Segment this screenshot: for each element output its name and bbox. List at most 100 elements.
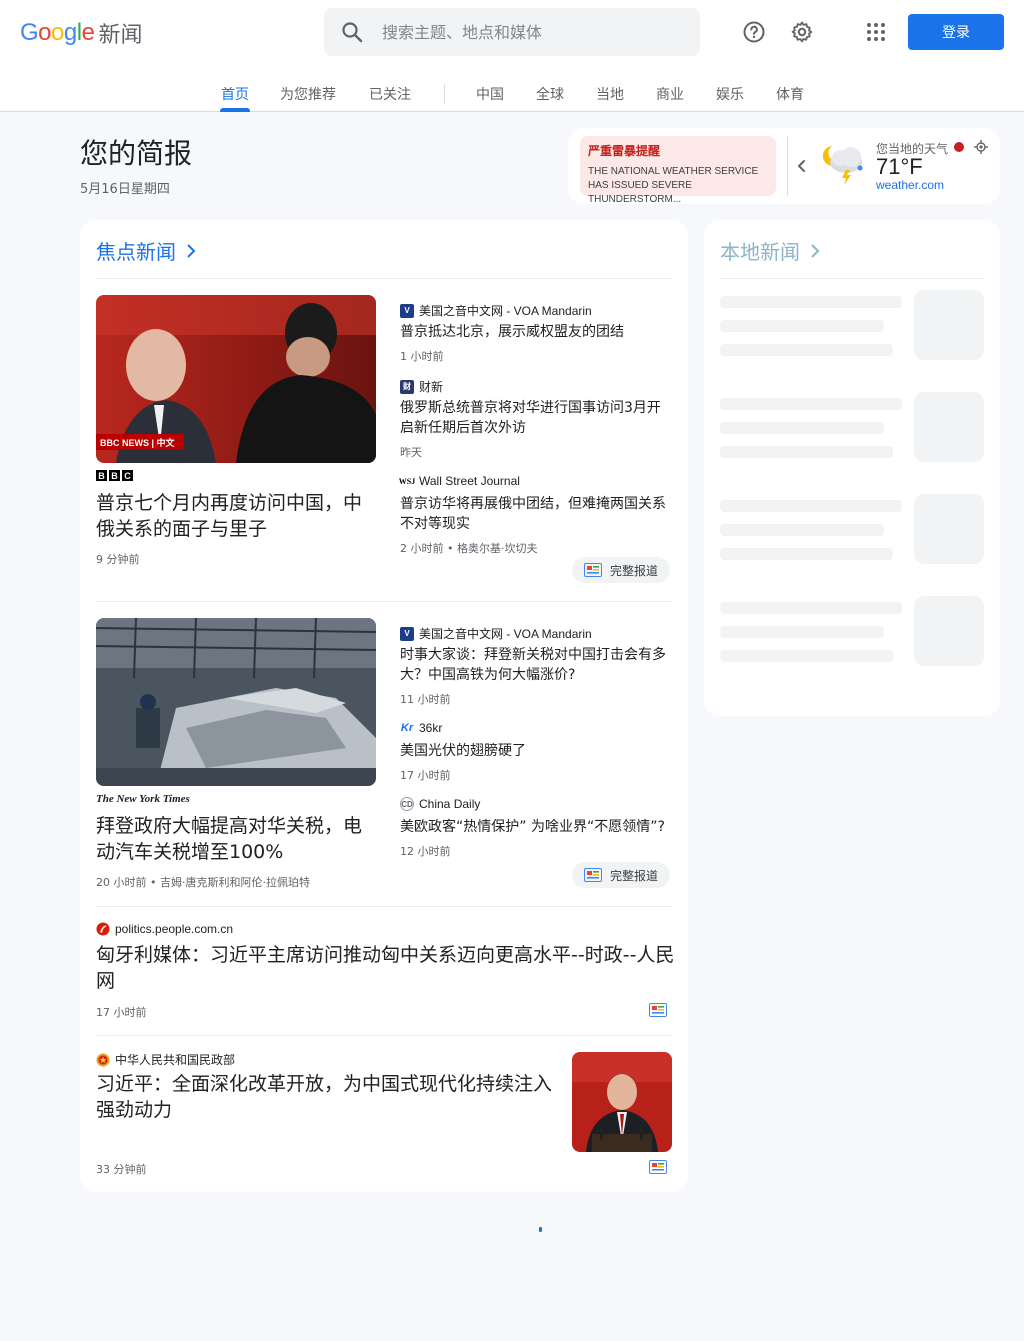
related-title[interactable]: 美欧政客“热情保护” 为啥业界“不愿领情”? xyxy=(400,817,670,837)
full-coverage-button[interactable]: 完整报道 xyxy=(572,557,671,583)
divider xyxy=(96,601,672,602)
sign-in-button[interactable]: 登录 xyxy=(908,14,1004,50)
tab-local[interactable]: 当地 xyxy=(596,84,624,104)
full-coverage-icon[interactable] xyxy=(649,1003,667,1017)
settings-gear-icon[interactable] xyxy=(788,18,816,46)
publisher-nyt[interactable]: The New York Times xyxy=(96,793,190,805)
related-time: 12 小时前 xyxy=(400,845,451,858)
voa-logo-icon: V xyxy=(400,626,414,641)
chevron-right-icon xyxy=(187,243,196,258)
local-news-card: 本地新闻 xyxy=(704,220,1000,716)
full-coverage-icon[interactable] xyxy=(649,1160,667,1174)
skeleton-thumbnail xyxy=(914,392,984,462)
publisher-36kr[interactable]: Kr 36kr xyxy=(400,721,442,735)
story-title[interactable]: 匈牙利媒体：习近平主席访问推动匈中关系迈向更高水平--时政--人民网 xyxy=(96,942,676,994)
publisher-name: 36kr xyxy=(419,721,443,735)
chevron-left-icon[interactable] xyxy=(794,156,810,176)
skeleton-line xyxy=(720,626,884,638)
weather-source-link[interactable]: weather.com xyxy=(876,178,944,192)
skeleton-line xyxy=(720,548,893,560)
tab-for-you[interactable]: 为您推荐 xyxy=(280,84,336,104)
caixin-logo-icon: 财 xyxy=(400,379,414,394)
related-time: 17 小时前 xyxy=(400,769,451,782)
top-app-bar: Google 新闻 登录 首页 为您推荐 已关注 中国 全球 当地 商业 娱乐 … xyxy=(0,0,1024,112)
location-target-icon[interactable] xyxy=(974,140,988,154)
skeleton-line xyxy=(720,446,893,458)
related-title[interactable]: 普京访华将再展俄中团结，但难掩两国关系不对等现实 xyxy=(400,494,668,534)
skeleton-line xyxy=(720,524,884,536)
active-tab-indicator xyxy=(220,108,250,112)
publisher-wsj[interactable]: WSJ Wall Street Journal xyxy=(399,474,520,488)
related-time: 11 小时前 xyxy=(400,693,451,706)
story-image[interactable] xyxy=(572,1052,672,1152)
36kr-logo-icon: Kr xyxy=(400,721,414,735)
full-coverage-icon xyxy=(584,868,602,882)
image-watermark: BBC NEWS | 中文 xyxy=(100,437,176,448)
top-stories-heading-label: 焦点新闻 xyxy=(96,240,176,264)
story-time: 17 小时前 xyxy=(96,1006,147,1019)
search-input[interactable] xyxy=(382,22,682,42)
skeleton-line xyxy=(720,422,884,434)
china-daily-logo-icon: CD xyxy=(400,797,414,811)
publisher-name: 美国之音中文网 - VOA Mandarin xyxy=(419,304,592,318)
loading-spinner xyxy=(539,1227,542,1232)
nyt-logo-icon: The New York Times xyxy=(96,793,190,805)
search-icon[interactable] xyxy=(340,20,364,44)
story-title[interactable]: 拜登政府大幅提高对华关税，电动汽车关税增至100% xyxy=(96,813,378,865)
google-wordmark: Google xyxy=(20,19,95,46)
skeleton-line xyxy=(720,320,884,332)
alert-title: 严重雷暴提醒 xyxy=(588,144,661,158)
publisher-name: 中华人民共和国民政部 xyxy=(115,1053,236,1067)
story-meta: 20 小时前 • 吉姆·唐克斯利和阿伦·拉佩珀特 xyxy=(96,876,310,889)
publisher-name: politics.people.com.cn xyxy=(115,922,234,936)
related-title[interactable]: 普京抵达北京，展示威权盟友的团结 xyxy=(400,322,668,342)
tab-sports[interactable]: 体育 xyxy=(776,84,804,104)
local-news-heading[interactable]: 本地新闻 xyxy=(720,236,820,265)
skeleton-line xyxy=(720,296,902,308)
related-title[interactable]: 美国光伏的翅膀硬了 xyxy=(400,741,668,761)
story-image[interactable]: BBC NEWS | 中文 xyxy=(96,295,376,463)
publisher-voa[interactable]: V 美国之音中文网 - VOA Mandarin xyxy=(400,302,592,319)
story-title[interactable]: 习近平：全面深化改革开放，为中国式现代化持续注入强劲动力 xyxy=(96,1071,560,1123)
help-icon[interactable] xyxy=(740,18,768,46)
publisher-voa[interactable]: V 美国之音中文网 - VOA Mandarin xyxy=(400,625,592,642)
tab-china[interactable]: 中国 xyxy=(476,84,504,104)
full-coverage-button[interactable]: 完整报道 xyxy=(572,862,671,888)
skeleton-line xyxy=(720,398,902,410)
tab-world[interactable]: 全球 xyxy=(536,84,564,104)
publisher-mca[interactable]: 中华人民共和国民政部 xyxy=(96,1051,235,1068)
weather-divider xyxy=(787,136,788,196)
publisher-china-daily[interactable]: CD China Daily xyxy=(400,797,480,811)
tab-business[interactable]: 商业 xyxy=(656,84,684,104)
skeleton-line xyxy=(720,344,893,356)
full-coverage-label: 完整报道 xyxy=(610,563,659,578)
top-stories-heading[interactable]: 焦点新闻 xyxy=(96,236,196,265)
alert-dot-icon xyxy=(954,142,964,152)
story-image[interactable] xyxy=(96,618,376,786)
weather-widget: 严重雷暴提醒 THE NATIONAL WEATHER SERVICE HAS … xyxy=(568,128,1000,205)
apps-grid-icon[interactable] xyxy=(862,18,890,46)
tab-divider xyxy=(444,84,445,104)
full-coverage-label: 完整报道 xyxy=(610,868,659,883)
thunderstorm-night-icon xyxy=(822,146,863,185)
search-box[interactable] xyxy=(324,8,700,56)
publisher-caixin[interactable]: 财 财新 xyxy=(400,378,443,395)
national-emblem-icon xyxy=(96,1052,110,1067)
story-time: 9 分钟前 xyxy=(96,553,140,566)
tab-home[interactable]: 首页 xyxy=(221,84,249,104)
weather-alert[interactable]: 严重雷暴提醒 THE NATIONAL WEATHER SERVICE HAS … xyxy=(580,136,776,205)
divider xyxy=(96,906,672,907)
publisher-bbc[interactable]: B B C xyxy=(96,470,133,481)
related-title[interactable]: 俄罗斯总统普京将对华进行国事访问3月开启新任期后首次外访 xyxy=(400,398,668,438)
tab-following[interactable]: 已关注 xyxy=(369,84,411,104)
voa-logo-icon: V xyxy=(400,303,414,318)
tab-entertainment[interactable]: 娱乐 xyxy=(716,84,744,104)
publisher-people-daily[interactable]: politics.people.com.cn xyxy=(96,922,233,936)
story-time: 33 分钟前 xyxy=(96,1163,147,1176)
related-title[interactable]: 时事大家谈：拜登新关税对中国打击会有多大？中国高铁为何大幅涨价? xyxy=(400,645,670,685)
wsj-logo-icon: WSJ xyxy=(399,474,415,488)
google-news-logo[interactable]: Google 新闻 xyxy=(20,18,142,48)
related-meta: 2 小时前 • 格奥尔基·坎切夫 xyxy=(400,542,538,555)
story-title[interactable]: 普京七个月内再度访问中国，中俄关系的面子与里子 xyxy=(96,490,378,542)
skeleton-thumbnail xyxy=(914,290,984,360)
